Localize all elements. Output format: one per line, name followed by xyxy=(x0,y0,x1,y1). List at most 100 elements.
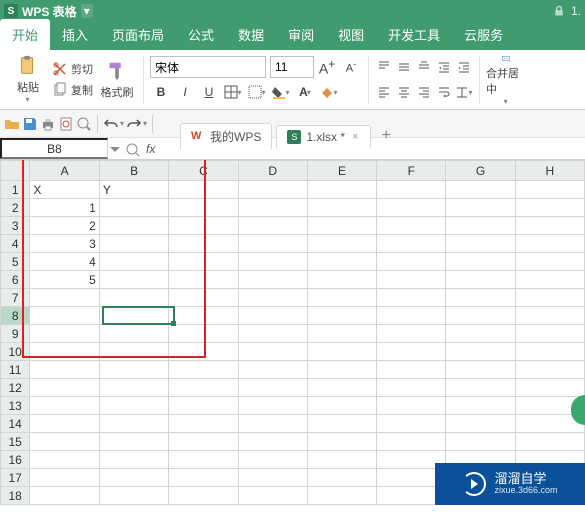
cell-D5[interactable] xyxy=(238,253,307,271)
tab-视图[interactable]: 视图 xyxy=(326,19,376,50)
cell-H5[interactable] xyxy=(515,253,584,271)
underline-button[interactable]: U xyxy=(198,81,220,103)
cell-C18[interactable] xyxy=(169,487,238,505)
cell-B4[interactable] xyxy=(99,235,169,253)
col-header-D[interactable]: D xyxy=(238,161,307,181)
align-bottom-button[interactable] xyxy=(415,56,433,78)
cell-C8[interactable] xyxy=(169,307,238,325)
cell-C6[interactable] xyxy=(169,271,238,289)
cell-E3[interactable] xyxy=(307,217,376,235)
spreadsheet-grid[interactable]: ABCDEFGH1XY21324354657891011121314151617… xyxy=(0,160,585,510)
cell-A14[interactable] xyxy=(30,415,100,433)
app-menu-dropdown[interactable]: ▾ xyxy=(81,4,93,18)
cell-G15[interactable] xyxy=(446,433,515,451)
cell-H15[interactable] xyxy=(515,433,584,451)
cell-A16[interactable] xyxy=(30,451,100,469)
cell-style-button[interactable]: ▾ xyxy=(246,81,268,103)
cell-A10[interactable] xyxy=(30,343,100,361)
cell-H6[interactable] xyxy=(515,271,584,289)
row-header-9[interactable]: 9 xyxy=(1,325,30,343)
cell-D6[interactable] xyxy=(238,271,307,289)
clear-format-button[interactable]: ▾ xyxy=(318,81,340,103)
cell-E7[interactable] xyxy=(307,289,376,307)
cell-E14[interactable] xyxy=(307,415,376,433)
cell-A5[interactable]: 4 xyxy=(30,253,100,271)
cell-D4[interactable] xyxy=(238,235,307,253)
cell-C12[interactable] xyxy=(169,379,238,397)
cell-G4[interactable] xyxy=(446,235,515,253)
cell-C16[interactable] xyxy=(169,451,238,469)
cell-A2[interactable]: 1 xyxy=(30,199,100,217)
cell-A18[interactable] xyxy=(30,487,100,505)
cell-B11[interactable] xyxy=(99,361,169,379)
cell-A8[interactable] xyxy=(30,307,100,325)
cell-F3[interactable] xyxy=(377,217,446,235)
doctab-我的WPS[interactable]: W我的WPS xyxy=(180,123,272,149)
cell-B5[interactable] xyxy=(99,253,169,271)
bold-button[interactable]: B xyxy=(150,81,172,103)
cell-A12[interactable] xyxy=(30,379,100,397)
cell-A13[interactable] xyxy=(30,397,100,415)
row-header-14[interactable]: 14 xyxy=(1,415,30,433)
cell-C7[interactable] xyxy=(169,289,238,307)
cell-G10[interactable] xyxy=(446,343,515,361)
cell-C14[interactable] xyxy=(169,415,238,433)
cell-F6[interactable] xyxy=(377,271,446,289)
row-header-13[interactable]: 13 xyxy=(1,397,30,415)
cell-C3[interactable] xyxy=(169,217,238,235)
cell-G7[interactable] xyxy=(446,289,515,307)
cell-E10[interactable] xyxy=(307,343,376,361)
select-all-corner[interactable] xyxy=(1,161,30,181)
row-header-2[interactable]: 2 xyxy=(1,199,30,217)
cell-C9[interactable] xyxy=(169,325,238,343)
row-header-15[interactable]: 15 xyxy=(1,433,30,451)
tab-开发工具[interactable]: 开发工具 xyxy=(376,19,452,50)
cell-C4[interactable] xyxy=(169,235,238,253)
cell-D11[interactable] xyxy=(238,361,307,379)
col-header-C[interactable]: C xyxy=(169,161,238,181)
cell-E6[interactable] xyxy=(307,271,376,289)
align-left-button[interactable] xyxy=(375,81,393,103)
cell-C2[interactable] xyxy=(169,199,238,217)
close-icon[interactable]: × xyxy=(350,131,360,143)
cell-A17[interactable] xyxy=(30,469,100,487)
cell-A1[interactable]: X xyxy=(30,181,100,199)
cell-F8[interactable] xyxy=(377,307,446,325)
cell-G6[interactable] xyxy=(446,271,515,289)
cell-F5[interactable] xyxy=(377,253,446,271)
cell-F2[interactable] xyxy=(377,199,446,217)
tab-公式[interactable]: 公式 xyxy=(176,19,226,50)
cell-E2[interactable] xyxy=(307,199,376,217)
cell-B1[interactable]: Y xyxy=(99,181,169,199)
cell-D9[interactable] xyxy=(238,325,307,343)
cell-B14[interactable] xyxy=(99,415,169,433)
cell-B3[interactable] xyxy=(99,217,169,235)
row-header-12[interactable]: 12 xyxy=(1,379,30,397)
row-header-18[interactable]: 18 xyxy=(1,487,30,505)
cell-G11[interactable] xyxy=(446,361,515,379)
increase-font-button[interactable]: A+ xyxy=(316,56,338,78)
cell-H10[interactable] xyxy=(515,343,584,361)
cell-E15[interactable] xyxy=(307,433,376,451)
cell-H11[interactable] xyxy=(515,361,584,379)
col-header-G[interactable]: G xyxy=(446,161,515,181)
cell-F11[interactable] xyxy=(377,361,446,379)
align-top-button[interactable] xyxy=(375,56,393,78)
cell-A15[interactable] xyxy=(30,433,100,451)
tab-数据[interactable]: 数据 xyxy=(226,19,276,50)
cell-G12[interactable] xyxy=(446,379,515,397)
row-header-16[interactable]: 16 xyxy=(1,451,30,469)
doctab-1.xlsx *[interactable]: S1.xlsx *× xyxy=(276,125,371,148)
cell-F4[interactable] xyxy=(377,235,446,253)
cell-H3[interactable] xyxy=(515,217,584,235)
cell-B12[interactable] xyxy=(99,379,169,397)
tab-开始[interactable]: 开始 xyxy=(0,19,50,50)
cell-E11[interactable] xyxy=(307,361,376,379)
cell-C11[interactable] xyxy=(169,361,238,379)
cell-D14[interactable] xyxy=(238,415,307,433)
cell-F15[interactable] xyxy=(377,433,446,451)
row-header-1[interactable]: 1 xyxy=(1,181,30,199)
cell-A4[interactable]: 3 xyxy=(30,235,100,253)
col-header-A[interactable]: A xyxy=(30,161,100,181)
cell-D2[interactable] xyxy=(238,199,307,217)
